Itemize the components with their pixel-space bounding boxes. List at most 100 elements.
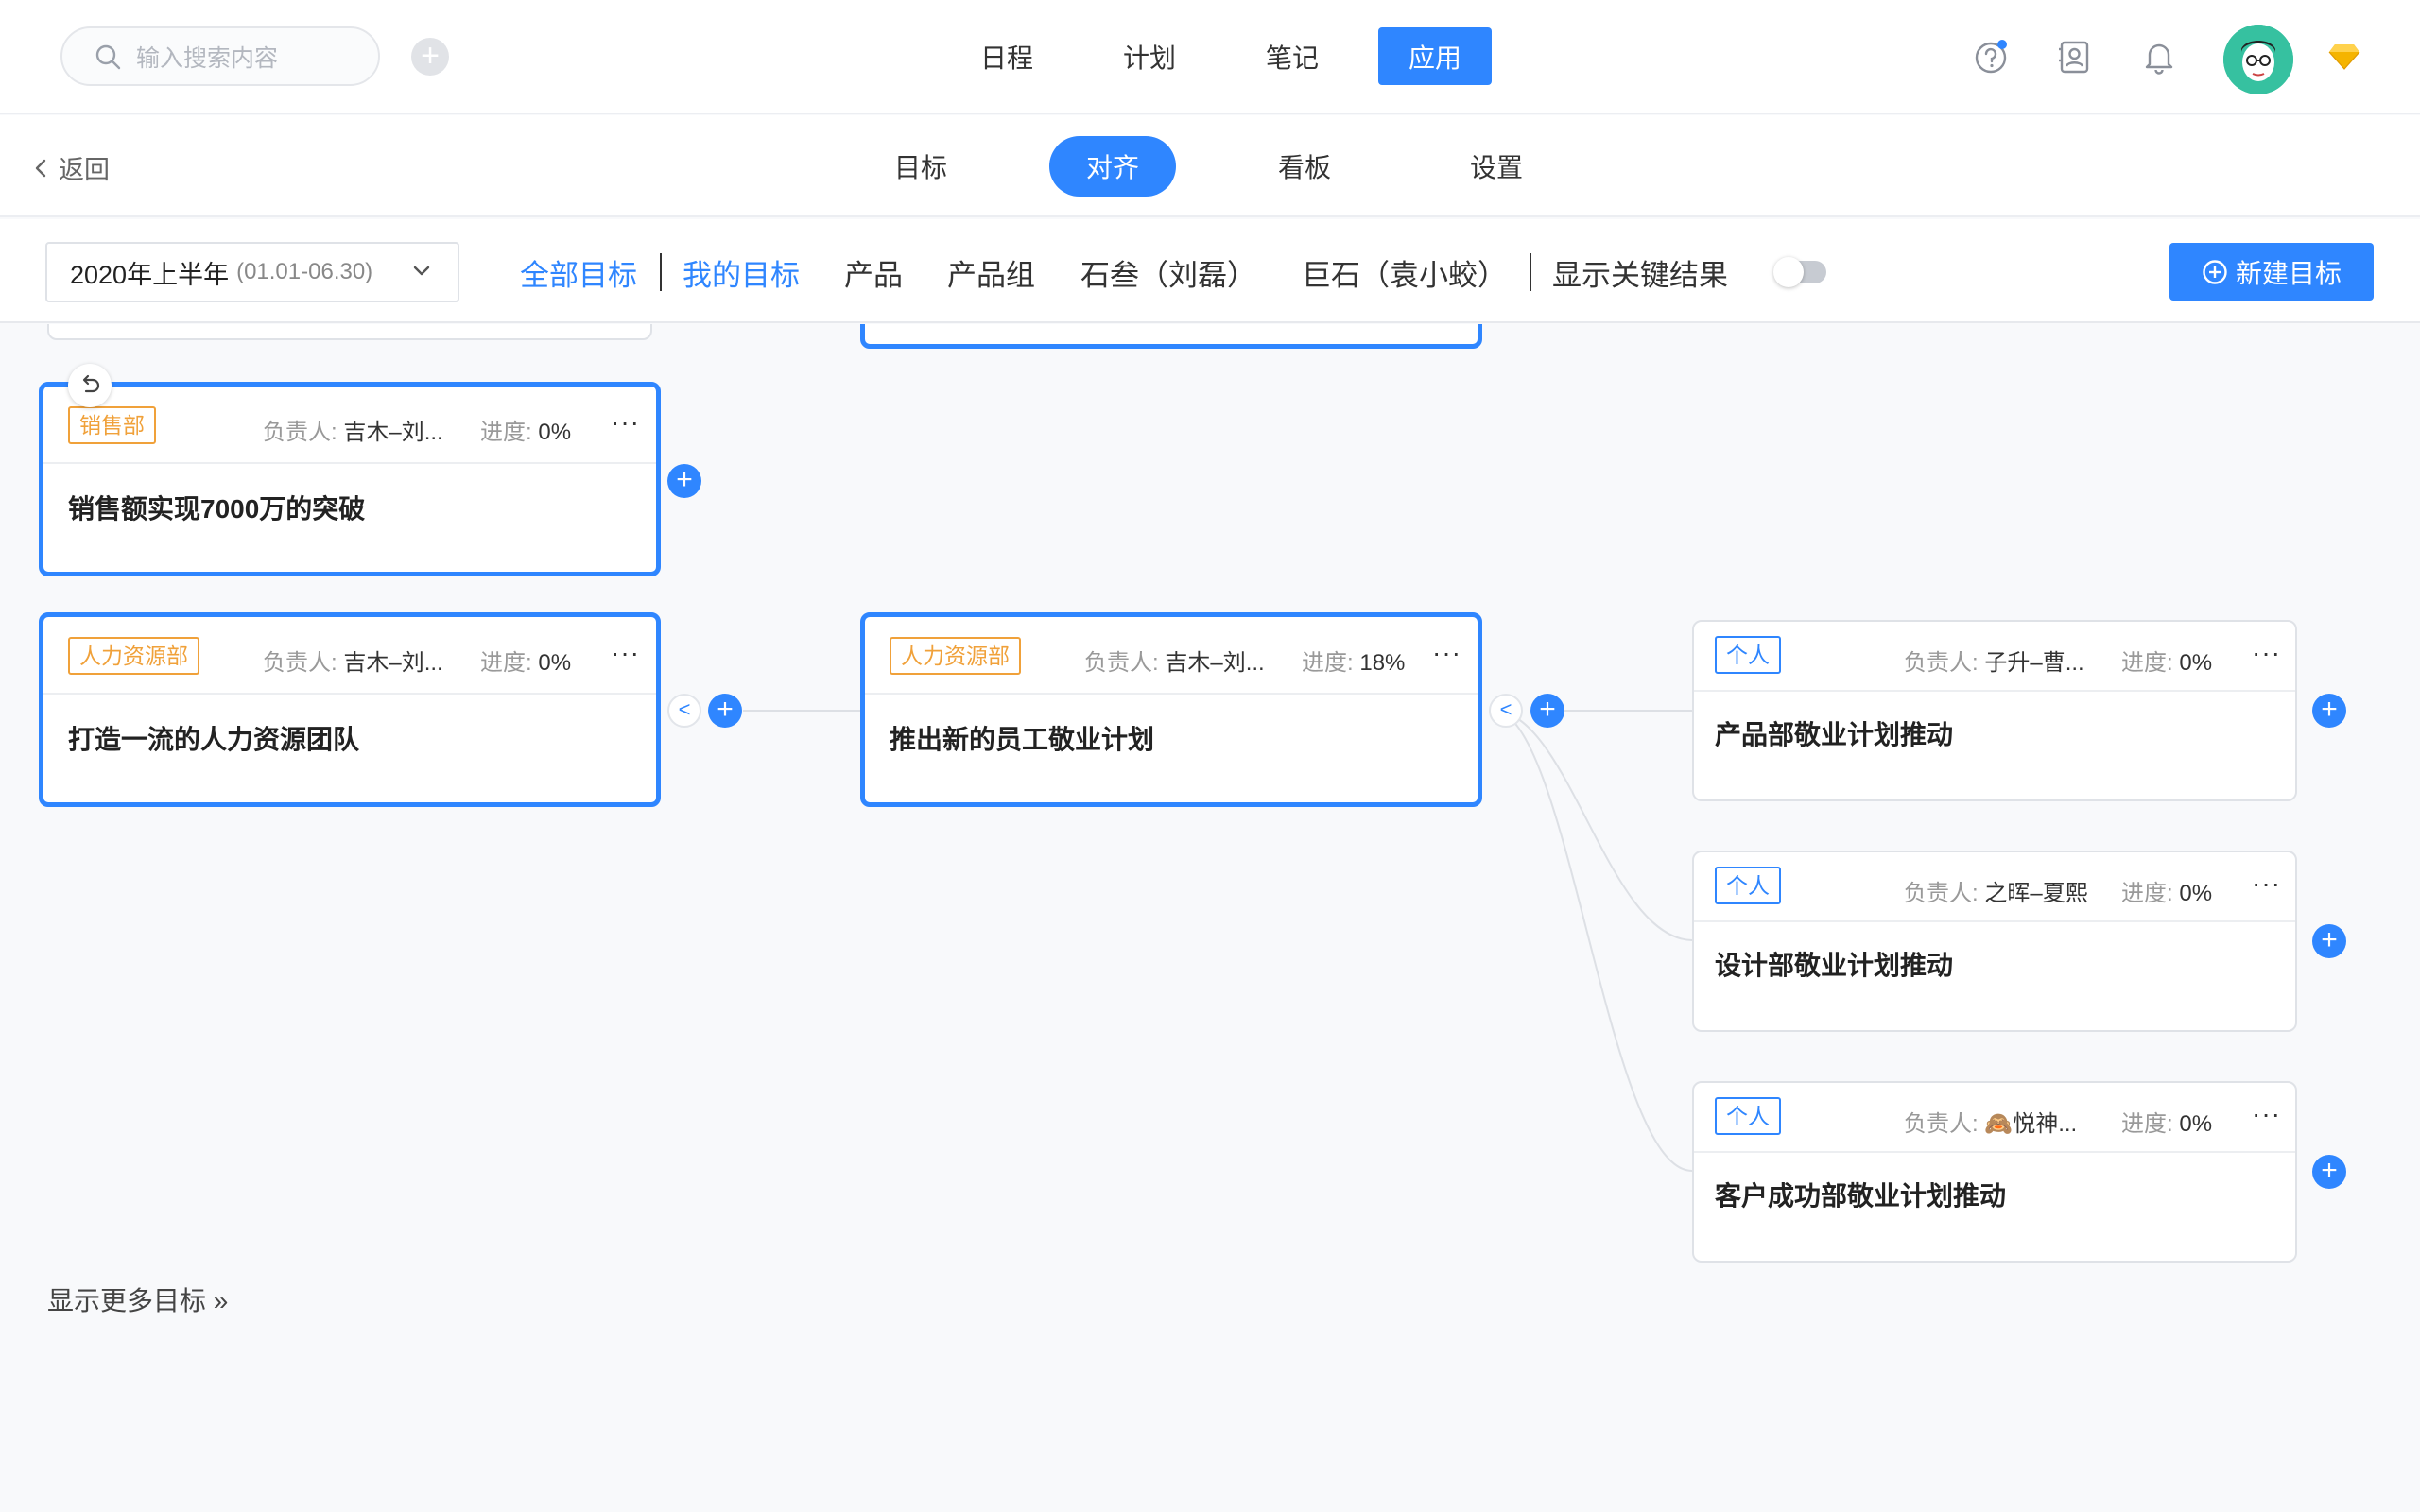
progress-field: 进度: 0% [480, 413, 571, 446]
owner-field: 负责人: 吉木–刘... [263, 644, 443, 677]
card-header: 人力资源部 负责人: 吉木–刘... 进度: 18% ··· [865, 617, 1478, 695]
dept-tag: 人力资源部 [890, 637, 1021, 675]
avatar[interactable] [2223, 25, 2293, 94]
goal-card-partial[interactable] [860, 324, 1482, 349]
back-label: 返回 [59, 156, 110, 184]
progress-value: 0% [538, 650, 572, 676]
tab-goals[interactable]: 目标 [857, 136, 984, 197]
period-label: 2020年上半年 [70, 260, 230, 289]
undo-icon[interactable] [68, 364, 112, 407]
diamond-icon[interactable] [2324, 36, 2365, 77]
nav-notes[interactable]: 笔记 [1236, 27, 1349, 85]
owner-value: 🙈悦神... [1984, 1111, 2078, 1137]
show-key-results-toggle[interactable] [1773, 257, 1826, 287]
nav-schedule[interactable]: 日程 [950, 27, 1063, 85]
top-bar: 输入搜索内容 + 日程 计划 笔记 应用 [0, 0, 2420, 114]
goal-card-partial[interactable] [47, 324, 652, 340]
show-key-results-label: 显示关键结果 [1552, 258, 1728, 292]
search-placeholder[interactable]: 输入搜索内容 [136, 40, 278, 74]
sub-nav-bar: 返回 目标 对齐 看板 设置 [0, 115, 2420, 217]
search-box[interactable]: 输入搜索内容 [60, 26, 380, 86]
divider [1530, 253, 1531, 291]
period-select[interactable]: 2020年上半年 (01.01-06.30) [45, 242, 459, 302]
nav-plan[interactable]: 计划 [1093, 27, 1206, 85]
dept-tag: 销售部 [68, 406, 156, 444]
filter-all-goals[interactable]: 全部目标 [520, 251, 637, 294]
owner-value: 吉木–刘... [1165, 650, 1265, 676]
add-child-button[interactable]: + [667, 464, 701, 498]
owner-field: 负责人: 🙈悦神... [1904, 1105, 2077, 1138]
progress-value: 0% [2179, 1111, 2213, 1137]
owner-value: 子升–曹... [1984, 650, 2084, 676]
more-icon[interactable]: ··· [1432, 638, 1461, 668]
collapse-icon[interactable]: < [1489, 694, 1523, 728]
tab-settings[interactable]: 设置 [1433, 136, 1560, 197]
more-icon[interactable]: ··· [611, 638, 640, 668]
search-icon [95, 44, 121, 69]
chevron-left-icon [35, 159, 46, 177]
owner-label: 负责人: [1904, 881, 1979, 906]
goal-card[interactable]: 个人 负责人: 子升–曹... 进度: 0% ··· 产品部敬业计划推动 [1692, 620, 2297, 801]
more-icon[interactable]: ··· [2252, 638, 2281, 668]
owner-label: 负责人: [263, 650, 337, 676]
goal-title: 销售额实现7000万的突破 [68, 494, 366, 524]
filter-bar: 2020年上半年 (01.01-06.30) 全部目标 我的目标 产品 产品组 … [0, 219, 2420, 323]
owner-label: 负责人: [1904, 650, 1979, 676]
goal-title: 推出新的员工敬业计划 [890, 725, 1155, 754]
help-icon[interactable] [1970, 36, 2012, 77]
progress-value: 18% [1359, 650, 1406, 676]
add-child-button[interactable]: + [2312, 924, 2346, 958]
period-range: (01.01-06.30) [236, 259, 373, 284]
add-icon[interactable]: + [411, 38, 449, 76]
progress-label: 进度: [1302, 650, 1354, 676]
personal-tag: 个人 [1715, 1097, 1781, 1135]
progress-field: 进度: 0% [480, 644, 571, 677]
more-icon[interactable]: ··· [611, 407, 640, 438]
progress-label: 进度: [2121, 650, 2173, 676]
filter-product-group[interactable]: 产品组 [947, 251, 1035, 294]
back-button[interactable]: 返回 [34, 149, 110, 186]
owner-value: 吉木–刘... [343, 650, 443, 676]
progress-label: 进度: [480, 420, 532, 445]
goal-card[interactable]: 人力资源部 负责人: 吉木–刘... 进度: 18% ··· 推出新的员工敬业计… [860, 612, 1482, 807]
add-child-button[interactable]: + [2312, 1155, 2346, 1189]
collapse-icon[interactable]: < [667, 694, 701, 728]
owner-field: 负责人: 吉木–刘... [1084, 644, 1265, 677]
progress-value: 0% [538, 420, 572, 445]
goal-card[interactable]: 人力资源部 负责人: 吉木–刘... 进度: 0% ··· 打造一流的人力资源团… [39, 612, 661, 807]
owner-field: 负责人: 吉木–刘... [263, 413, 443, 446]
filter-my-goals[interactable]: 我的目标 [683, 251, 800, 294]
owner-label: 负责人: [1084, 650, 1159, 676]
bell-icon[interactable] [2138, 36, 2180, 77]
card-header: 个人 负责人: 之晖–夏熙 进度: 0% ··· [1694, 852, 2295, 922]
divider [660, 253, 662, 291]
filter-jushi[interactable]: 巨石（袁小蛟） [1302, 251, 1507, 294]
goal-title: 设计部敬业计划推动 [1715, 951, 1954, 980]
add-child-button[interactable]: + [2312, 694, 2346, 728]
goal-title: 产品部敬业计划推动 [1715, 720, 1954, 749]
contacts-icon[interactable] [2053, 36, 2095, 77]
goal-card[interactable]: 销售部 负责人: 吉木–刘... 进度: 0% ··· 销售额实现7000万的突… [39, 382, 661, 576]
more-icon[interactable]: ··· [2252, 1099, 2281, 1129]
goal-card[interactable]: 个人 负责人: 之晖–夏熙 进度: 0% ··· 设计部敬业计划推动 [1692, 850, 2297, 1032]
owner-label: 负责人: [263, 420, 337, 445]
add-child-button[interactable]: + [708, 694, 742, 728]
main-nav: 日程 计划 笔记 应用 [950, 27, 1521, 85]
new-goal-button[interactable]: 新建目标 [2169, 243, 2374, 301]
owner-value: 之晖–夏熙 [1984, 881, 2088, 906]
add-child-button[interactable]: + [1530, 694, 1564, 728]
filter-shisan[interactable]: 石叁（刘磊） [1080, 251, 1256, 294]
goal-card[interactable]: 个人 负责人: 🙈悦神... 进度: 0% ··· 客户成功部敬业计划推动 [1692, 1081, 2297, 1263]
tab-board[interactable]: 看板 [1241, 136, 1368, 197]
progress-label: 进度: [2121, 1111, 2173, 1137]
personal-tag: 个人 [1715, 867, 1781, 904]
goal-title: 打造一流的人力资源团队 [68, 725, 360, 754]
nav-apps[interactable]: 应用 [1378, 27, 1492, 85]
toggle-knob [1773, 257, 1804, 287]
progress-value: 0% [2179, 881, 2213, 906]
personal-tag: 个人 [1715, 636, 1781, 674]
more-icon[interactable]: ··· [2252, 868, 2281, 899]
show-more-goals-link[interactable]: 显示更多目标 » [47, 1280, 228, 1318]
tab-align[interactable]: 对齐 [1049, 136, 1176, 197]
filter-product[interactable]: 产品 [844, 251, 903, 294]
